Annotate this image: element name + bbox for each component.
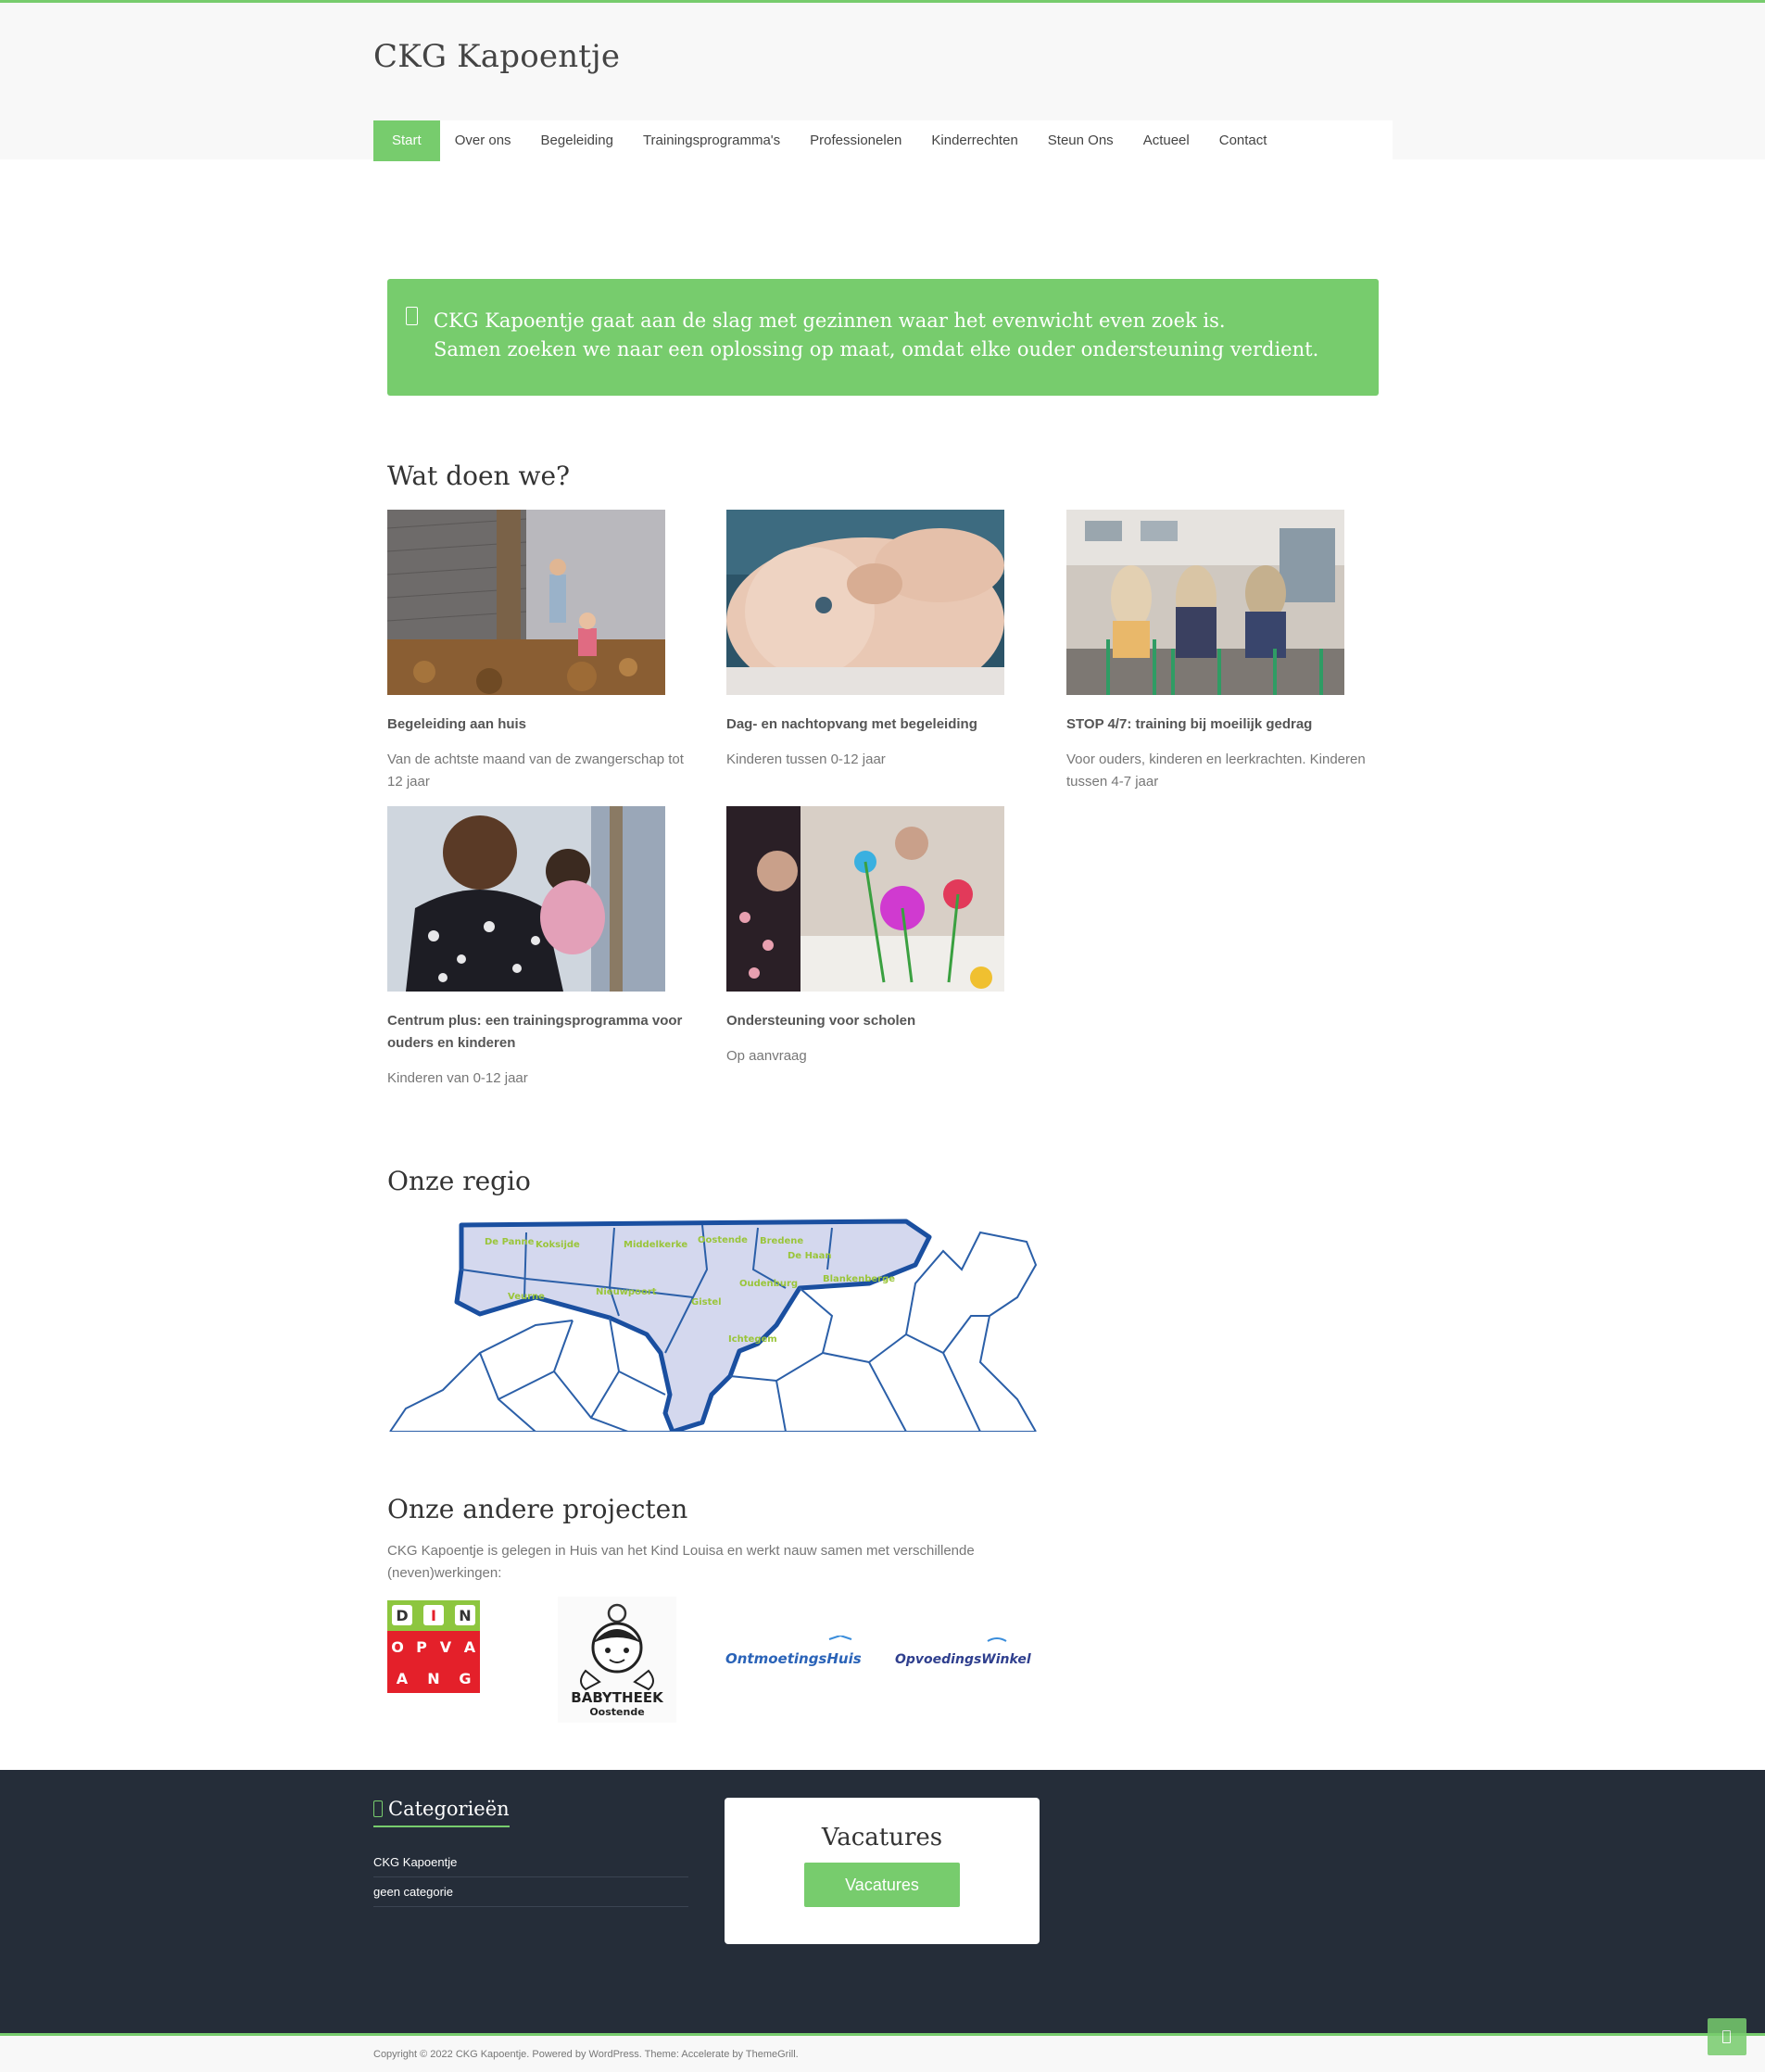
- ontmoetingshuis-logo[interactable]: OntmoetingsHuis: [725, 1634, 874, 1674]
- nav-item-kinderrechten[interactable]: Kinderrechten: [916, 120, 1032, 161]
- site-footer: Copyright © 2022 CKG Kapoentje. Powered …: [0, 2033, 1765, 2072]
- map-label: Oostende: [698, 1235, 748, 1245]
- service-image-centrum-plus[interactable]: [387, 806, 665, 992]
- map-label: Blankenberge: [823, 1274, 895, 1284]
- vacatures-title: Vacatures: [821, 1824, 943, 1851]
- intro-notice: CKG Kapoentje gaat aan de slag met gezin…: [387, 279, 1379, 396]
- logo-letter: N: [459, 1607, 471, 1624]
- region-map: De Panne Koksijde Middelkerke Oostende B…: [387, 1214, 1040, 1434]
- map-label: Ichtegem: [728, 1334, 777, 1345]
- logo-letter: P: [416, 1638, 427, 1656]
- site-title[interactable]: CKG Kapoentje: [373, 38, 620, 75]
- map-label: Middelkerke: [624, 1240, 687, 1250]
- service-title[interactable]: Centrum plus: een trainingsprogramma voo…: [387, 1010, 702, 1055]
- logo-text: BABYTHEEK: [571, 1689, 664, 1706]
- map-label: De Haan: [788, 1251, 832, 1261]
- service-title[interactable]: STOP 4/7: training bij moeilijk gedrag: [1066, 714, 1381, 736]
- map-label: Koksijde: [536, 1240, 580, 1250]
- logo-letter: N: [427, 1670, 439, 1687]
- services-heading: Wat doen we?: [387, 461, 571, 491]
- vacatures-widget: Vacatures Vacatures: [725, 1798, 1040, 1944]
- projects-intro: CKG Kapoentje is gelegen in Huis van het…: [387, 1543, 975, 1581]
- service-card: STOP 4/7: training bij moeilijk gedrag V…: [1066, 510, 1381, 793]
- service-image-stop-4-7[interactable]: [1066, 510, 1344, 695]
- service-description: Kinderen van 0-12 jaar: [387, 1070, 528, 1086]
- logo-text: OpvoedingsWinkel: [895, 1652, 1031, 1667]
- nav-item-over-ons[interactable]: Over ons: [440, 120, 526, 161]
- arrow-up-icon: [1722, 2030, 1731, 2043]
- service-image-ondersteuning-scholen[interactable]: [726, 806, 1004, 992]
- vacatures-button[interactable]: Vacatures: [804, 1863, 960, 1907]
- footer-widgets: Categorieën CKG Kapoentje geen categorie…: [0, 1770, 1765, 2033]
- service-card: Ondersteuning voor scholen Op aanvraag: [726, 806, 1041, 1068]
- nav-item-contact[interactable]: Contact: [1204, 120, 1282, 161]
- map-label: Gistel: [691, 1297, 722, 1308]
- service-image-dag-en-nachtopvang[interactable]: [726, 510, 1004, 695]
- notice-line-1: CKG Kapoentje gaat aan de slag met gezin…: [434, 310, 1226, 332]
- service-description: Kinderen tussen 0-12 jaar: [726, 752, 886, 767]
- nav-item-actueel[interactable]: Actueel: [1128, 120, 1204, 161]
- service-title[interactable]: Begeleiding aan huis: [387, 714, 702, 736]
- projects-heading: Onze andere projecten: [387, 1494, 688, 1524]
- map-label: Bredene: [760, 1236, 803, 1246]
- folder-icon: [373, 1800, 383, 1817]
- service-description: Op aanvraag: [726, 1048, 807, 1064]
- service-title[interactable]: Ondersteuning voor scholen: [726, 1010, 1041, 1032]
- categories-widget-title: Categorieën: [373, 1798, 510, 1827]
- map-label: Nieuwpoort: [596, 1287, 657, 1297]
- service-image-begeleiding-aan-huis[interactable]: [387, 510, 665, 695]
- logo-letter: V: [440, 1638, 452, 1656]
- category-link[interactable]: geen categorie: [373, 1877, 688, 1907]
- logo-letter: O: [391, 1638, 404, 1656]
- service-card: Dag- en nachtopvang met begeleiding Kind…: [726, 510, 1041, 771]
- copyright-text: Copyright © 2022 CKG Kapoentje. Powered …: [373, 2049, 799, 2060]
- map-label: De Panne: [485, 1237, 535, 1247]
- service-card: Begeleiding aan huis Van de achtste maan…: [387, 510, 702, 793]
- logo-letter: D: [396, 1607, 408, 1624]
- info-icon: [406, 307, 418, 325]
- categories-list: CKG Kapoentje geen categorie: [373, 1848, 688, 1907]
- map-label: Veurne: [508, 1292, 545, 1302]
- nav-item-trainingsprogrammas[interactable]: Trainingsprogramma's: [628, 120, 795, 161]
- notice-line-2: Samen zoeken we naar een oplossing op ma…: [434, 338, 1319, 360]
- service-description: Voor ouders, kinderen en leerkrachten. K…: [1066, 752, 1366, 790]
- nav-item-professionelen[interactable]: Professionelen: [795, 120, 916, 161]
- nav-item-steun-ons[interactable]: Steun Ons: [1033, 120, 1128, 161]
- region-heading: Onze regio: [387, 1166, 531, 1196]
- babytheek-logo[interactable]: BABYTHEEK Oostende: [558, 1597, 676, 1727]
- scroll-up-button[interactable]: [1708, 2018, 1746, 2055]
- opvoedingswinkel-logo[interactable]: OpvoedingsWinkel: [895, 1636, 1043, 1674]
- logo-letter: I: [431, 1607, 436, 1624]
- service-description: Van de achtste maand van de zwangerschap…: [387, 752, 684, 790]
- site-header: CKG Kapoentje Start Over ons Begeleiding…: [0, 0, 1765, 161]
- service-card: Centrum plus: een trainingsprogramma voo…: [387, 806, 702, 1090]
- logo-letter: A: [464, 1638, 476, 1656]
- logo-letter: G: [459, 1670, 471, 1687]
- main-navigation: Start Over ons Begeleiding Trainingsprog…: [373, 120, 1393, 161]
- nav-item-begeleiding[interactable]: Begeleiding: [526, 120, 628, 161]
- service-title[interactable]: Dag- en nachtopvang met begeleiding: [726, 714, 1041, 736]
- din-opvang-logo[interactable]: D I N O P V A A N G: [387, 1600, 480, 1698]
- map-label: Oudenburg: [739, 1279, 798, 1289]
- logo-text: OntmoetingsHuis: [725, 1650, 862, 1667]
- nav-item-start[interactable]: Start: [373, 120, 440, 161]
- logo-letter: A: [397, 1670, 409, 1687]
- category-link[interactable]: CKG Kapoentje: [373, 1848, 688, 1877]
- categories-title-text: Categorieën: [388, 1798, 510, 1820]
- logo-text: Oostende: [589, 1706, 644, 1718]
